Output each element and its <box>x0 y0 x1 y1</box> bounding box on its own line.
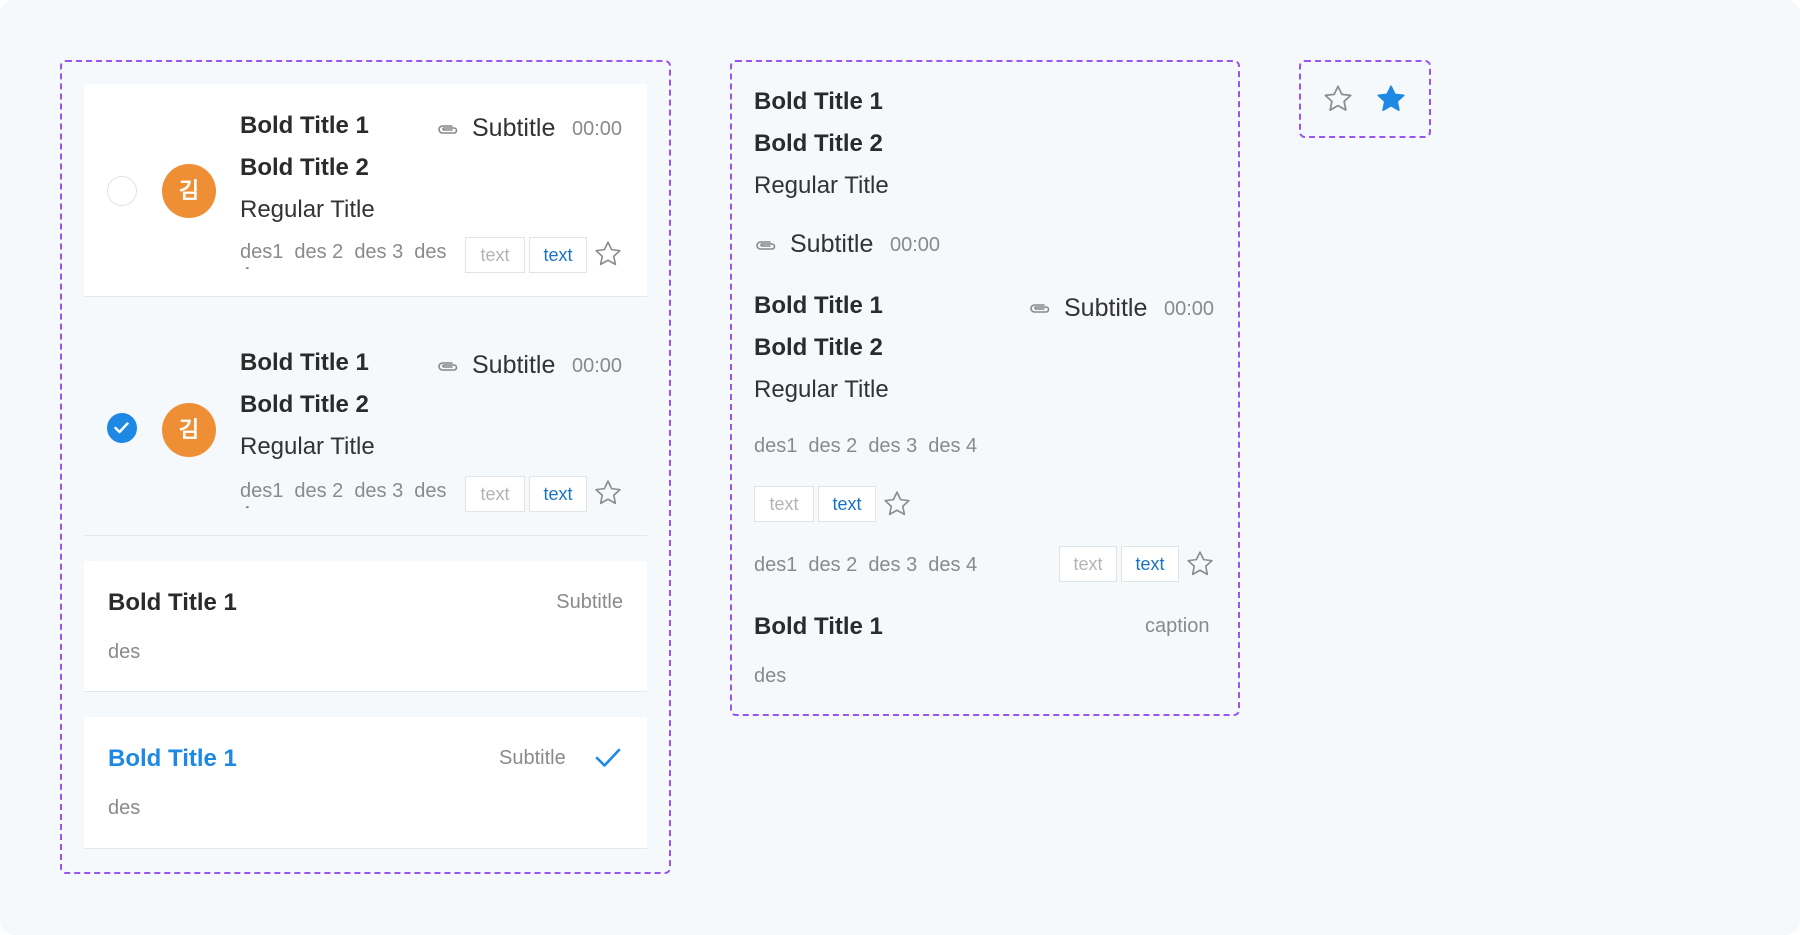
subtitle: Subtitle <box>472 351 556 379</box>
tag-grey[interactable]: text <box>465 476 525 512</box>
des-2: des 2 <box>294 480 344 502</box>
description: des <box>754 665 787 687</box>
radio-unchecked[interactable] <box>107 176 137 206</box>
tag-blue[interactable]: text <box>818 486 876 522</box>
caption: caption <box>1145 615 1210 637</box>
checkmark-icon <box>593 745 623 776</box>
des-3: des 3 <box>868 554 918 576</box>
check-circle-icon[interactable] <box>107 413 137 443</box>
star-variants-frame <box>1299 60 1431 138</box>
bold-title-1: Bold Title 1 <box>240 349 369 376</box>
star-filled-icon[interactable] <box>1375 83 1407 120</box>
bold-title-2: Bold Title 2 <box>240 154 369 181</box>
des-3: des 3 <box>354 241 404 263</box>
des-1: des1 <box>754 554 798 576</box>
list-item-4[interactable]: Bold Title 1 Subtitle des <box>84 717 647 849</box>
description: des <box>108 641 141 663</box>
description-row: des1des 2des 3des 4 <box>240 241 468 269</box>
paperclip-icon <box>1028 299 1060 319</box>
description: des <box>108 797 141 819</box>
time: 00:00 <box>572 118 623 140</box>
regular-title: Regular Title <box>240 433 375 460</box>
tag-grey[interactable]: text <box>754 486 814 522</box>
star-icon[interactable] <box>1185 549 1215 584</box>
des-2: des 2 <box>808 554 858 576</box>
paperclip-icon <box>436 357 468 377</box>
star-outline-icon[interactable] <box>1322 83 1354 120</box>
regular-title: Regular Title <box>240 196 375 223</box>
des-2: des 2 <box>808 435 858 457</box>
avatar: 김 <box>162 403 216 457</box>
paperclip-icon <box>754 236 786 256</box>
description-row: des1des 2des 3des 4 <box>240 480 468 508</box>
subtitle: Subtitle <box>472 114 556 142</box>
avatar: 김 <box>162 164 216 218</box>
des-3: des 3 <box>868 435 918 457</box>
bold-title-1: Bold Title 1 <box>754 88 883 115</box>
description-row: des1 des 2 des 3 des 4 <box>754 435 977 458</box>
time: 00:00 <box>1164 298 1215 320</box>
list-item-2[interactable]: 김 Bold Title 1 Bold Title 2 Regular Titl… <box>84 321 647 536</box>
bold-title-1: Bold Title 1 <box>754 613 883 640</box>
des-4: des 4 <box>928 554 978 576</box>
bold-title-1: Bold Title 1 <box>108 589 237 616</box>
des-1: des1 <box>754 435 798 457</box>
subtitle: Subtitle <box>499 747 566 769</box>
paperclip-icon <box>436 120 468 140</box>
bold-title-2: Bold Title 2 <box>754 334 883 361</box>
tag-blue[interactable]: text <box>529 237 587 273</box>
bold-title-1-selected: Bold Title 1 <box>108 745 237 772</box>
des-3: des 3 <box>354 480 404 502</box>
bold-title-2: Bold Title 2 <box>240 391 369 418</box>
des-4: des 4 <box>928 435 978 457</box>
regular-title: Regular Title <box>754 376 889 403</box>
bold-title-1: Bold Title 1 <box>754 292 883 319</box>
tag-blue[interactable]: text <box>529 476 587 512</box>
description-row: des1 des 2 des 3 des 4 <box>754 554 977 577</box>
tag-grey[interactable]: text <box>1059 546 1117 582</box>
bold-title-2: Bold Title 2 <box>754 130 883 157</box>
subtitle: Subtitle <box>1064 294 1148 322</box>
list-item-1[interactable]: 김 Bold Title 1 Bold Title 2 Regular Titl… <box>84 84 647 297</box>
star-icon[interactable] <box>593 239 623 274</box>
des-2: des 2 <box>294 241 344 263</box>
subtitle: Subtitle <box>556 591 623 613</box>
time: 00:00 <box>572 355 623 377</box>
star-icon[interactable] <box>593 478 623 513</box>
regular-title: Regular Title <box>754 172 889 199</box>
star-icon[interactable] <box>882 489 912 524</box>
bold-title-1: Bold Title 1 <box>240 112 369 139</box>
des-1: des1 <box>240 241 284 263</box>
tag-blue[interactable]: text <box>1121 546 1179 582</box>
subtitle: Subtitle <box>790 230 874 258</box>
time: 00:00 <box>890 234 941 256</box>
tag-grey[interactable]: text <box>465 237 525 273</box>
list-item-3[interactable]: Bold Title 1 Subtitle des <box>84 561 647 692</box>
des-1: des1 <box>240 480 284 502</box>
